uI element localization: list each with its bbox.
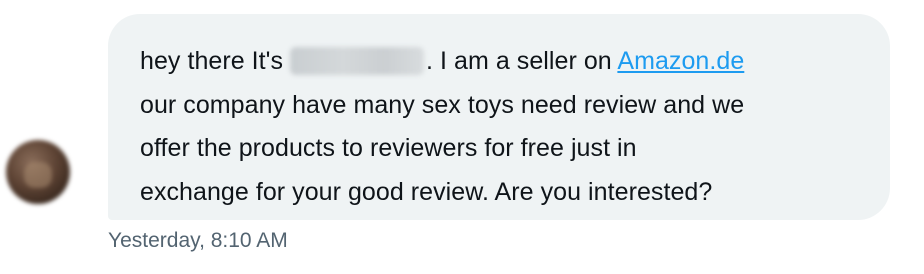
message-text: hey there It's . I am a seller on Amazon… (140, 40, 860, 214)
message-line-1: hey there It's . I am a seller on Amazon… (140, 40, 860, 84)
message-line-2: our company have many sex toys need revi… (140, 90, 745, 119)
message-timestamp: Yesterday, 8:10 AM (108, 229, 288, 252)
redacted-name (290, 47, 425, 75)
message-line-3: offer the products to reviewers for free… (140, 134, 637, 162)
message-seller-intro: . I am a seller on (426, 47, 612, 75)
message-greeting: hey there It's (140, 47, 284, 75)
sender-avatar-icon[interactable] (6, 140, 70, 204)
message-bubble: hey there It's . I am a seller on Amazon… (108, 14, 890, 220)
amazon-link[interactable]: Amazon.de (617, 47, 744, 75)
message-line-4: exchange for your good review. Are you i… (140, 177, 713, 206)
